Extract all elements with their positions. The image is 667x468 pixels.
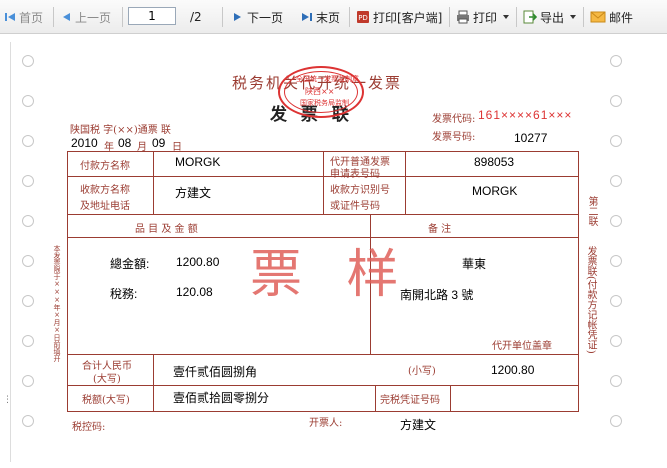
punch-hole — [610, 295, 622, 307]
punch-hole — [610, 215, 622, 227]
export-icon — [523, 10, 537, 24]
punch-hole — [22, 55, 34, 67]
print-client-button[interactable]: PD 打印[客户端] — [356, 0, 442, 34]
invoice-code-value: 161××××61××× — [478, 108, 573, 122]
application-number-value: 898053 — [474, 155, 515, 169]
payer-label: 付款方名称 — [80, 161, 130, 172]
prev-page-label: 上一页 — [75, 10, 112, 25]
tax-voucher-label: 完税凭证号码 — [380, 395, 440, 406]
total-amount-label: 總金額: — [110, 257, 150, 271]
date-day: 09 — [152, 136, 166, 150]
next-page-icon — [234, 13, 241, 21]
seal-note: 代开单位盖章 — [492, 341, 552, 352]
svg-text:PD: PD — [358, 14, 368, 22]
issuer-person-label: 开票人: — [309, 418, 343, 429]
mail-button[interactable]: 邮件 — [590, 0, 633, 34]
total-amount-value: 1200.80 — [176, 255, 220, 269]
punch-hole — [22, 95, 34, 107]
chevron-down-icon — [503, 15, 510, 19]
items-header: 品 目 及 金 额 — [135, 224, 198, 235]
punch-hole — [22, 255, 34, 267]
last-page-button[interactable]: 末页 — [301, 0, 340, 34]
punch-hole — [22, 135, 34, 147]
invoice-code-label: 发票代码: — [432, 114, 476, 125]
punch-hole — [610, 375, 622, 387]
punch-hole — [22, 295, 34, 307]
first-page-icon — [5, 13, 15, 21]
first-page-label: 首页 — [19, 10, 44, 25]
punch-hole — [610, 335, 622, 347]
payee-value: 方建文 — [175, 186, 212, 200]
small-amount-value: 1200.80 — [491, 363, 535, 377]
tax-value: 120.08 — [176, 285, 213, 299]
punch-hole — [610, 415, 622, 427]
printer-icon — [457, 10, 469, 24]
issuer-line: 陕国税 字(××)通票 联 — [70, 125, 171, 136]
copy-type-vertical: 发票联(付款方记帐凭证) — [585, 246, 596, 354]
small-amount-label: (小写) — [408, 366, 436, 377]
export-label: 导出 — [540, 10, 565, 25]
punch-hole — [22, 335, 34, 347]
current-page-input[interactable] — [128, 7, 176, 25]
punch-hole — [610, 55, 622, 67]
tax-upper-value: 壹佰贰拾圆零捌分 — [173, 391, 270, 405]
punch-hole — [610, 255, 622, 267]
stamp-middle-text: 陕西×× — [305, 87, 335, 96]
payee-label-1: 收款方名称 — [80, 185, 130, 196]
payee-label-2: 及地址电话 — [80, 201, 130, 212]
total-pages: /2 — [190, 10, 202, 24]
print-label: 打印 — [473, 10, 498, 25]
application-number-label-2: 申请表号码 — [330, 169, 380, 180]
stamp-top-text: 全国统一发票监制章 — [296, 75, 359, 83]
total-rmb-upper: 壹仟贰佰圆捌角 — [173, 365, 258, 379]
prev-page-icon — [63, 13, 70, 21]
date-month: 08 — [118, 136, 132, 150]
chevron-down-icon — [570, 15, 577, 19]
print-client-label: 打印[客户端] — [373, 10, 443, 25]
prev-page-button[interactable]: 上一页 — [60, 0, 111, 34]
payee-id-label-2: 或证件号码 — [330, 201, 380, 212]
punch-hole — [22, 375, 34, 387]
mail-icon — [590, 11, 606, 23]
tax-label: 稅務: — [110, 287, 138, 301]
last-page-label: 末页 — [316, 10, 341, 25]
mail-label: 邮件 — [609, 10, 634, 25]
notes-line-1: 華東 — [462, 257, 487, 271]
export-button[interactable]: 导出 — [523, 0, 577, 34]
copy-number-vertical: 第二联 — [586, 196, 597, 226]
punch-hole — [610, 135, 622, 147]
punch-hole — [22, 175, 34, 187]
punch-hole — [22, 215, 34, 227]
stamp-bottom-text: 国家税务局监制 — [300, 99, 349, 107]
invoice-number-label: 发票号码: — [432, 132, 476, 143]
next-page-label: 下一页 — [247, 10, 284, 25]
punch-hole — [610, 175, 622, 187]
payee-id-label-1: 收款方识别号 — [330, 185, 390, 196]
payer-value: MORGK — [175, 155, 221, 169]
punch-hole — [610, 95, 622, 107]
report-toolbar: 首页 上一页 /2 下一页 末页 PD 打印[客户端] 打印 导出 邮件 — [0, 0, 667, 34]
payee-id-value: MORGK — [472, 184, 518, 198]
last-page-icon — [302, 13, 312, 21]
tax-upper-label: 税额(大写) — [82, 395, 130, 406]
next-page-button[interactable]: 下一页 — [232, 0, 283, 34]
invoice-number-value: 10277 — [514, 131, 548, 145]
first-page-button[interactable]: 首页 — [4, 0, 43, 34]
pdf-print-icon: PD — [357, 11, 369, 23]
tax-controller-label: 税控码: — [72, 422, 106, 433]
validity-note-vertical: 本发票限于×××年×月×日前填开 — [53, 245, 61, 362]
notes-header: 备 注 — [428, 224, 452, 235]
total-rmb-label-2: (大写) — [93, 374, 121, 385]
issuer-person-value: 方建文 — [400, 418, 437, 432]
punch-hole — [22, 415, 34, 427]
date-year: 2010 — [71, 136, 98, 150]
print-button[interactable]: 打印 — [456, 0, 510, 34]
sample-watermark: 票 样 — [250, 245, 413, 305]
